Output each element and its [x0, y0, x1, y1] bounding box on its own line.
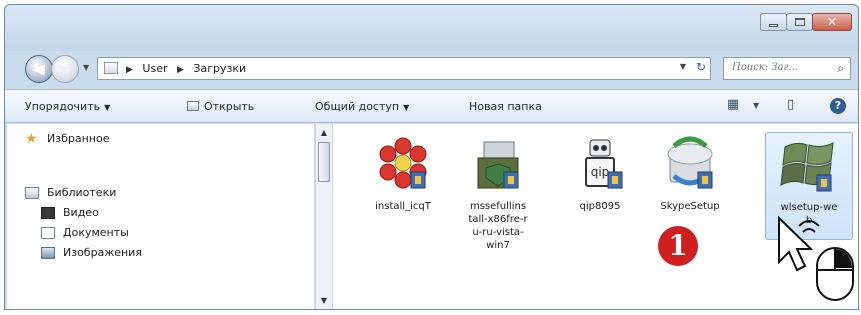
sidebar-item-pictures[interactable]: Изображения — [41, 246, 142, 259]
refresh-icon[interactable]: ↻ — [696, 60, 706, 74]
organize-button[interactable]: Упорядочить ▼ — [25, 100, 110, 113]
sidebar-scrollbar[interactable]: ▲ ▼ — [315, 124, 332, 309]
minimize-button[interactable] — [760, 13, 787, 31]
open-label: Открыть — [204, 100, 255, 113]
icq-flower-icon — [379, 137, 427, 189]
address-bar[interactable]: ▶ User ▶ Загрузки ▼ ↻ — [97, 57, 711, 80]
close-button[interactable]: ✕ — [812, 13, 852, 31]
mouse-cursor-icon — [778, 215, 854, 301]
navigation-bar: ◀ ▶ ▼ ▶ User ▶ Загрузки ▼ ↻ Поиск: Заг..… — [5, 51, 858, 87]
chevron-down-icon: ▼ — [104, 103, 111, 112]
sidebar-label: Документы — [63, 226, 129, 239]
chevron-down-icon: ▼ — [403, 103, 410, 112]
title-bar: ✕ — [5, 5, 858, 51]
scrollbar-thumb[interactable] — [318, 142, 330, 182]
file-name-line: tall-x86fre-r — [468, 214, 528, 225]
security-essentials-installer-icon — [477, 141, 519, 189]
maximize-button[interactable] — [786, 13, 813, 31]
sidebar-item-favorites[interactable]: ★ Избранное — [25, 130, 110, 147]
file-name: qip8095 — [579, 201, 621, 212]
folder-icon — [104, 62, 118, 74]
forward-arrow-icon: ▶ — [59, 60, 71, 78]
share-button[interactable]: Общий доступ ▼ — [315, 100, 409, 113]
pictures-library-icon — [41, 246, 55, 259]
file-name: SkypeSetup — [660, 201, 720, 212]
sidebar-item-libraries[interactable]: Библиотеки — [25, 186, 116, 199]
open-button[interactable]: Открыть — [187, 100, 254, 113]
back-button[interactable]: ◀ — [25, 55, 53, 83]
scroll-down-icon[interactable]: ▼ — [316, 296, 332, 305]
sidebar-label: Избранное — [47, 132, 110, 145]
file-name-line: win7 — [486, 240, 510, 251]
file-item-mssefullinstall[interactable]: mssefullins tall-x86fre-r u-ru-vista- wi… — [455, 136, 541, 252]
recent-pages-dropdown[interactable]: ▼ — [83, 63, 89, 72]
view-options-icon[interactable]: ▦ — [727, 97, 739, 112]
breadcrumb-user[interactable]: User — [142, 62, 167, 75]
help-icon[interactable]: ? — [830, 98, 846, 114]
star-icon: ★ — [25, 130, 38, 147]
file-item-install-icqt[interactable]: install_icqT — [363, 136, 443, 213]
svg-text:qip: qip — [591, 165, 610, 179]
forward-button[interactable]: ▶ — [51, 55, 79, 83]
preview-pane-icon[interactable]: ▯ — [787, 97, 794, 112]
open-icon — [187, 101, 199, 111]
sidebar-item-documents[interactable]: Документы — [41, 226, 129, 239]
skype-setup-icon — [667, 136, 713, 189]
maximize-icon — [795, 18, 805, 26]
navigation-pane: ★ Избранное Библиотеки Видео Документы И… — [7, 124, 315, 309]
windows-live-setup-icon — [780, 142, 834, 192]
search-icon[interactable]: ⌕ — [837, 61, 844, 76]
file-list: install_icqT mssefullins tall-x86fre-r u… — [333, 124, 858, 309]
file-item-qip8095[interactable]: qip qip8095 — [565, 136, 635, 213]
command-bar: Упорядочить ▼ Открыть Общий доступ ▼ Новая… — [5, 89, 858, 123]
sidebar-label: Видео — [63, 206, 99, 219]
breadcrumb-separator-icon[interactable]: ▶ — [177, 65, 184, 75]
close-icon: ✕ — [826, 15, 838, 29]
back-arrow-icon: ◀ — [33, 60, 45, 78]
breadcrumb-separator-icon[interactable]: ▶ — [126, 65, 133, 75]
sidebar-label: Библиотеки — [47, 186, 117, 199]
file-item-skypesetup[interactable]: SkypeSetup — [649, 136, 731, 213]
documents-library-icon — [41, 226, 55, 239]
qip-robot-icon: qip — [585, 139, 623, 189]
library-icon — [25, 186, 39, 199]
explorer-window: ✕ ◀ ▶ ▼ ▶ User ▶ Загрузки ▼ ↻ Поиск: Заг… — [4, 4, 859, 310]
organize-label: Упорядочить — [25, 100, 101, 113]
window-controls: ✕ — [760, 13, 852, 31]
minimize-icon — [769, 24, 778, 27]
new-folder-button[interactable]: Новая папка — [469, 100, 542, 113]
share-label: Общий доступ — [315, 100, 400, 113]
breadcrumb-downloads[interactable]: Загрузки — [193, 62, 246, 75]
video-library-icon — [41, 206, 55, 219]
view-dropdown-icon[interactable]: ▼ — [753, 101, 759, 110]
search-placeholder: Поиск: Заг... — [732, 62, 799, 73]
search-field[interactable]: Поиск: Заг... ⌕ — [723, 57, 851, 80]
sidebar-label: Изображения — [63, 246, 142, 259]
address-dropdown-icon[interactable]: ▼ — [680, 62, 686, 71]
file-name-line: u-ru-vista- — [472, 227, 524, 238]
file-name: install_icqT — [375, 201, 431, 212]
new-folder-label: Новая папка — [469, 100, 542, 113]
step-number-badge: 1 — [658, 226, 698, 266]
scroll-up-icon[interactable]: ▲ — [316, 128, 332, 137]
file-name-line: mssefullins — [469, 201, 527, 212]
breadcrumb: ▶ User ▶ Загрузки — [126, 62, 252, 75]
sidebar-item-video[interactable]: Видео — [41, 206, 99, 219]
